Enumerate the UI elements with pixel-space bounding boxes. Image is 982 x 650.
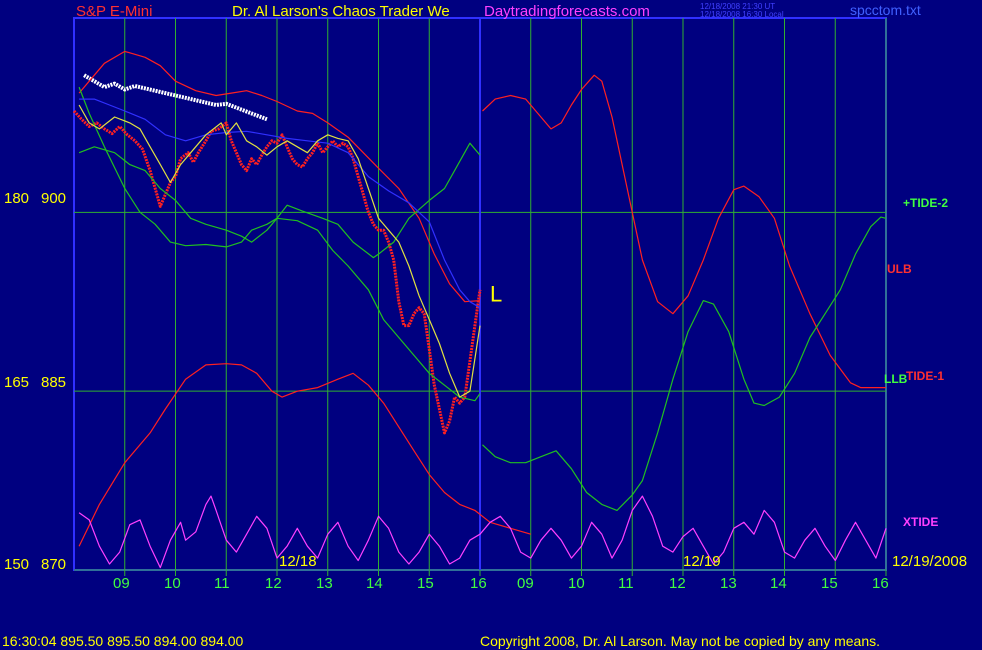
date-label: 12/18 bbox=[279, 553, 317, 570]
x-tick-label: 09 bbox=[113, 575, 130, 592]
now-marker: L bbox=[490, 282, 502, 307]
series-label-tide1: TIDE-1 bbox=[906, 369, 945, 383]
series-label-llb: LLB bbox=[884, 372, 908, 386]
series-label-xtide: XTIDE bbox=[903, 515, 939, 529]
x-tick-label: 16 bbox=[872, 575, 889, 592]
x-tick-label: 10 bbox=[568, 575, 585, 592]
series-label-tide2: +TIDE-2 bbox=[903, 196, 949, 210]
x-tick-label: 15 bbox=[821, 575, 838, 592]
website-link[interactable]: Daytradingforecasts.com bbox=[484, 3, 650, 20]
y-tick-right: 900 bbox=[41, 190, 67, 207]
date-label: 12/19 bbox=[683, 553, 721, 570]
series-line bbox=[78, 86, 481, 402]
series-line bbox=[78, 104, 481, 398]
y-tick-right: 870 bbox=[41, 556, 67, 573]
copyright-notice: Copyright 2008, Dr. Al Larson. May not b… bbox=[480, 633, 881, 649]
timestamp-local: 12/18/2008 16:30 Local bbox=[700, 10, 784, 19]
x-tick-label: 14 bbox=[366, 575, 383, 592]
series-line bbox=[79, 98, 481, 309]
x-tick-label: 16 bbox=[470, 575, 487, 592]
x-tick-label: 09 bbox=[517, 575, 534, 592]
series-lines bbox=[78, 50, 887, 569]
x-tick-label: 15 bbox=[417, 575, 434, 592]
chart-title: Dr. Al Larson's Chaos Trader We bbox=[232, 3, 450, 20]
x-tick-label: 13 bbox=[720, 575, 737, 592]
data-filename: spcctom.txt bbox=[850, 2, 921, 18]
series-line bbox=[78, 142, 481, 259]
x-tick-label: 12 bbox=[265, 575, 282, 592]
symbol-title: S&P E-Mini bbox=[76, 3, 153, 20]
y-tick-left: 165 bbox=[4, 374, 30, 391]
price-status-readout: 16:30:04 895.50 895.50 894.00 894.00 bbox=[2, 633, 244, 649]
y-tick-right: 885 bbox=[41, 374, 67, 391]
x-tick-label: 11 bbox=[618, 575, 634, 592]
date-label: 12/19/2008 bbox=[892, 553, 968, 570]
series-label-ulb: ULB bbox=[887, 262, 912, 276]
series-line bbox=[482, 216, 887, 511]
x-tick-label: 12 bbox=[669, 575, 686, 592]
series-line bbox=[78, 495, 887, 569]
y-tick-left: 180 bbox=[4, 190, 30, 207]
chart-canvas: L bbox=[72, 17, 887, 576]
x-tick-label: 13 bbox=[316, 575, 333, 592]
y-tick-left: 150 bbox=[4, 556, 30, 573]
x-tick-label: 14 bbox=[770, 575, 787, 592]
grid-lines bbox=[73, 17, 887, 576]
series-line bbox=[482, 74, 886, 389]
x-tick-label: 10 bbox=[164, 575, 181, 592]
x-tick-label: 11 bbox=[214, 575, 230, 592]
now-marker-glyph: L bbox=[490, 282, 502, 307]
